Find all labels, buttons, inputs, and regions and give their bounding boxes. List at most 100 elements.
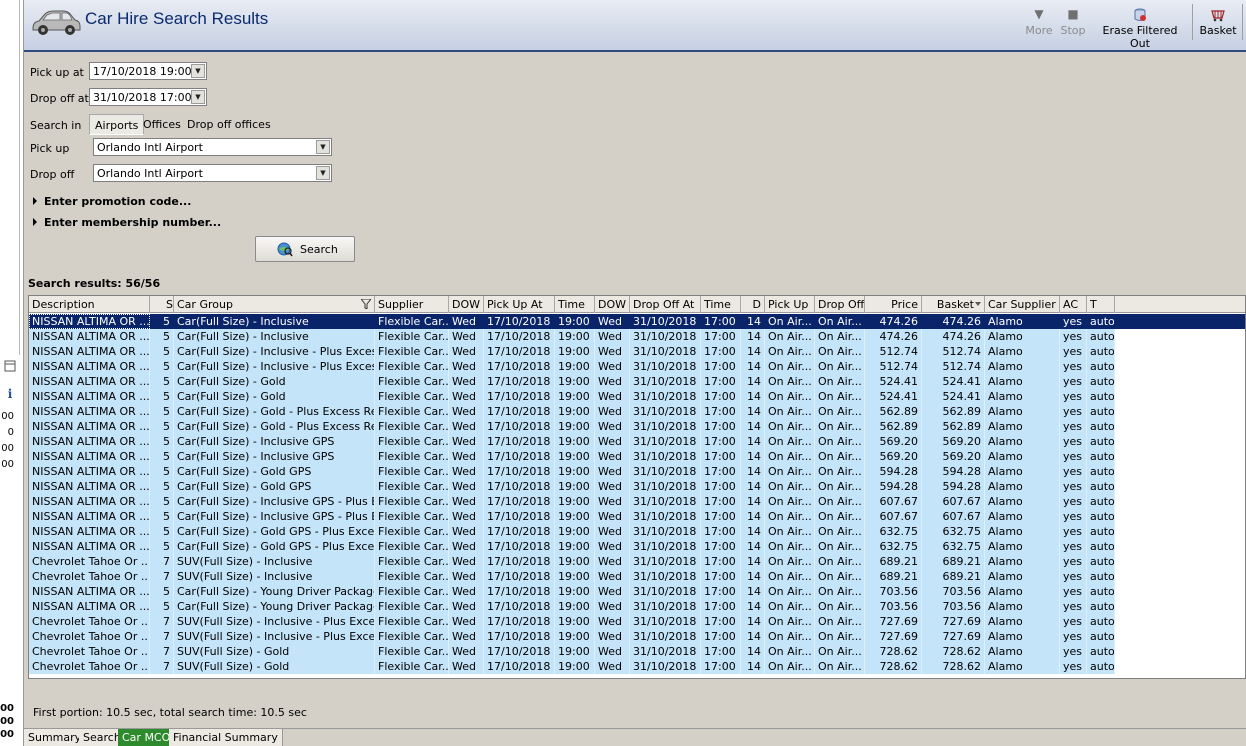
search-in-offices[interactable]: Offices: [138, 114, 186, 135]
cell-pickup-date: 17/10/2018: [484, 419, 555, 434]
column-header-dropoff-at[interactable]: Drop Off At: [630, 296, 701, 313]
table-row[interactable]: NISSAN ALTIMA OR ... 5 Car(Full Size) - In…: [29, 449, 1245, 464]
chevron-down-icon[interactable]: ▼: [316, 140, 330, 154]
cell-days: 14: [741, 479, 765, 494]
results-grid[interactable]: Description S Car Group Supplier DOW Pic…: [28, 295, 1246, 679]
sort-descending-icon: [975, 302, 981, 306]
cell-price: 689.21: [865, 569, 922, 584]
column-header-time[interactable]: Time: [701, 296, 741, 313]
cell-drop-off-location: On Air...: [815, 614, 865, 629]
column-header-dow[interactable]: DOW: [449, 296, 484, 313]
column-header-pickup-at[interactable]: Pick Up At: [484, 296, 555, 313]
cell-seats: 5: [150, 344, 174, 359]
table-row[interactable]: NISSAN ALTIMA OR ... 5 Car(Full Size) - In…: [29, 329, 1245, 344]
cell-car-supplier: Alamo: [985, 569, 1060, 584]
cell-ac: yes: [1060, 389, 1087, 404]
basket-button[interactable]: Basket: [1198, 4, 1238, 37]
table-row[interactable]: Chevrolet Tahoe Or ... 7 SUV(Full Size) - …: [29, 659, 1245, 674]
membership-number-expander[interactable]: Enter membership number...: [33, 216, 221, 229]
cell-days: 14: [741, 404, 765, 419]
table-row[interactable]: Chevrolet Tahoe Or ... 7 SUV(Full Size) - …: [29, 644, 1245, 659]
pickup-label: Pick up: [30, 142, 70, 155]
info-icon[interactable]: i: [0, 387, 20, 405]
column-header-drop-off[interactable]: Drop Off: [815, 296, 865, 313]
table-row[interactable]: NISSAN ALTIMA OR ... 5 Car(Full Size) - In…: [29, 344, 1245, 359]
cell-supplier: Flexible Car...: [375, 584, 449, 599]
cell-dow: Wed: [449, 344, 484, 359]
cell-car-supplier: Alamo: [985, 359, 1060, 374]
tab-summary[interactable]: Summary: [24, 729, 87, 746]
table-row[interactable]: NISSAN ALTIMA OR ... 5 Car(Full Size) - Yo…: [29, 599, 1245, 614]
column-header-basket[interactable]: Basket: [922, 296, 985, 313]
column-header-price[interactable]: Price: [865, 296, 922, 313]
table-row[interactable]: NISSAN ALTIMA OR ... 5 Car(Full Size) - Go…: [29, 419, 1245, 434]
table-row[interactable]: NISSAN ALTIMA OR ... 5 Car(Full Size) - Yo…: [29, 584, 1245, 599]
tab-financial-summary[interactable]: Financial Summary: [169, 729, 283, 746]
column-header-dow[interactable]: DOW: [595, 296, 630, 313]
cell-description: NISSAN ALTIMA OR ...: [29, 404, 150, 419]
cell-car-group: Car(Full Size) - Inclusive: [174, 329, 375, 344]
column-header-car-supplier[interactable]: Car Supplier: [985, 296, 1060, 313]
cell-pickup-time: 19:00: [555, 599, 595, 614]
table-row[interactable]: Chevrolet Tahoe Or ... 7 SUV(Full Size) - …: [29, 614, 1245, 629]
cell-price: 569.20: [865, 449, 922, 464]
cell-pickup-time: 19:00: [555, 494, 595, 509]
table-row[interactable]: NISSAN ALTIMA OR ... 5 Car(Full Size) - Go…: [29, 389, 1245, 404]
cell-transmission: auto: [1087, 554, 1115, 569]
table-row[interactable]: Chevrolet Tahoe Or ... 7 SUV(Full Size) - …: [29, 629, 1245, 644]
cell-supplier: Flexible Car...: [375, 464, 449, 479]
column-header-pick-up[interactable]: Pick Up: [765, 296, 815, 313]
cell-dropoff-date: 31/10/2018: [630, 359, 701, 374]
dropoff-location-select[interactable]: Orlando Intl Airport ▼: [93, 164, 332, 182]
table-row[interactable]: NISSAN ALTIMA OR ... 5 Car(Full Size) - Go…: [29, 539, 1245, 554]
table-row[interactable]: NISSAN ALTIMA OR ... 5 Car(Full Size) - In…: [29, 494, 1245, 509]
cell-pickup-date: 17/10/2018: [484, 449, 555, 464]
cell-drop-off-location: On Air...: [815, 569, 865, 584]
cell-dow: Wed: [449, 374, 484, 389]
column-header-ac[interactable]: AC: [1060, 296, 1087, 313]
column-header-time[interactable]: Time: [555, 296, 595, 313]
promotion-code-expander[interactable]: Enter promotion code...: [33, 195, 191, 208]
tab-car-mco[interactable]: Car MCO: [118, 729, 176, 746]
filter-icon[interactable]: [361, 299, 371, 309]
cell-basket: 474.26: [922, 314, 985, 329]
table-row[interactable]: Chevrolet Tahoe Or ... 7 SUV(Full Size) - …: [29, 569, 1245, 584]
column-header-transmission[interactable]: T: [1087, 296, 1115, 313]
column-header-supplier[interactable]: Supplier: [375, 296, 449, 313]
cell-price: 524.41: [865, 389, 922, 404]
table-row[interactable]: NISSAN ALTIMA OR ... 5 Car(Full Size) - Go…: [29, 479, 1245, 494]
cell-dow: Wed: [595, 464, 630, 479]
column-header-seats[interactable]: S: [150, 296, 174, 313]
more-button[interactable]: ▼ More: [1024, 4, 1054, 37]
chevron-down-icon[interactable]: ▼: [191, 64, 205, 78]
table-row[interactable]: NISSAN ALTIMA OR ... 5 Car(Full Size) - Go…: [29, 464, 1245, 479]
erase-filtered-out-button[interactable]: Erase Filtered Out: [1092, 4, 1188, 50]
table-row[interactable]: NISSAN ALTIMA OR ... 5 Car(Full Size) - Go…: [29, 374, 1245, 389]
cell-description: Chevrolet Tahoe Or ...: [29, 629, 150, 644]
table-row[interactable]: NISSAN ALTIMA OR ... 5 Car(Full Size) - Go…: [29, 404, 1245, 419]
cell-basket: 569.20: [922, 449, 985, 464]
table-row[interactable]: NISSAN ALTIMA OR ... 5 Car(Full Size) - In…: [29, 509, 1245, 524]
cell-car-group: Car(Full Size) - Inclusive - Plus Excess…: [174, 359, 375, 374]
chevron-down-icon[interactable]: ▼: [191, 90, 205, 104]
pickup-location-select[interactable]: Orlando Intl Airport ▼: [93, 138, 332, 156]
stop-button[interactable]: ■ Stop: [1059, 4, 1087, 37]
table-row[interactable]: NISSAN ALTIMA OR ... 5 Car(Full Size) - In…: [29, 359, 1245, 374]
cell-dow: Wed: [449, 419, 484, 434]
column-header-car-group[interactable]: Car Group: [174, 296, 375, 313]
table-row[interactable]: NISSAN ALTIMA OR ... 5 Car(Full Size) - In…: [29, 434, 1245, 449]
pickup-datetime-field[interactable]: 17/10/2018 19:00 ▼: [89, 62, 207, 80]
table-row[interactable]: Chevrolet Tahoe Or ... 7 SUV(Full Size) - …: [29, 554, 1245, 569]
table-row[interactable]: NISSAN ALTIMA OR ... 5 Car(Full Size) - Go…: [29, 524, 1245, 539]
search-in-drop-off-offices[interactable]: Drop off offices: [182, 114, 276, 135]
chevron-down-icon[interactable]: ▼: [316, 166, 330, 180]
cell-dropoff-date: 31/10/2018: [630, 509, 701, 524]
search-in-airports[interactable]: Airports: [89, 114, 145, 135]
search-button[interactable]: Search: [255, 236, 355, 262]
table-row[interactable]: NISSAN ALTIMA OR ... 5 Car(Full Size) - In…: [29, 314, 1245, 329]
window-icon[interactable]: [0, 360, 20, 378]
column-header-days[interactable]: D: [741, 296, 765, 313]
cell-description: NISSAN ALTIMA OR ...: [29, 389, 150, 404]
column-header-description[interactable]: Description: [29, 296, 150, 313]
dropoff-datetime-field[interactable]: 31/10/2018 17:00 ▼: [89, 88, 207, 106]
